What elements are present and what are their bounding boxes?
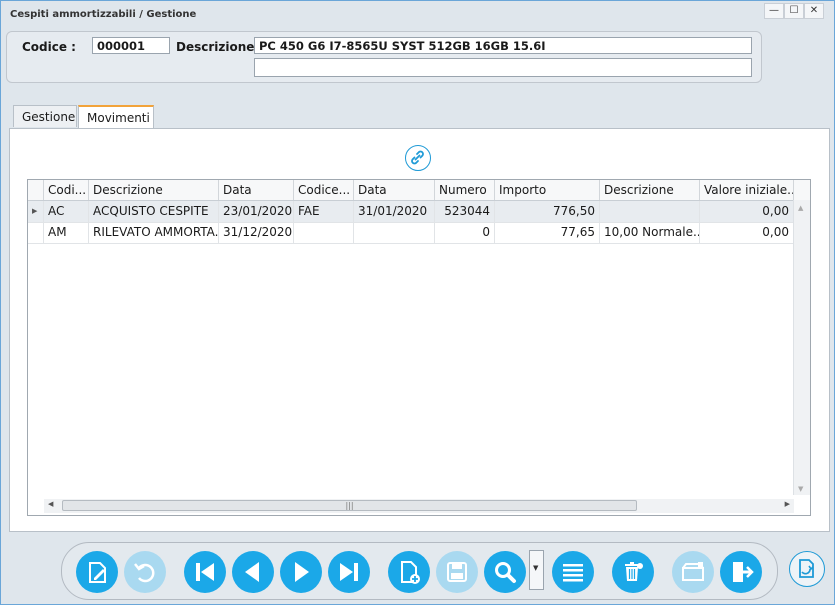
scroll-up-icon[interactable]: ▲ (798, 204, 803, 212)
row-indicator-header (28, 180, 44, 200)
next-record-button[interactable] (280, 551, 322, 593)
first-record-icon (196, 563, 214, 581)
scroll-down-icon[interactable]: ▼ (798, 485, 803, 493)
edit-button[interactable] (76, 551, 118, 593)
scroll-left-icon[interactable]: ◀ (48, 500, 53, 508)
descrizione-field[interactable]: PC 450 G6 I7-8565U SYST 512GB 16GB 15.6I (254, 37, 752, 54)
cell[interactable]: 31/12/2020 (219, 222, 294, 243)
horizontal-scrollbar[interactable]: ◀ ||| ▶ (44, 499, 794, 513)
exit-icon (733, 562, 754, 582)
header-panel: Codice : 000001 Descrizione : PC 450 G6 … (6, 31, 762, 83)
tab-movimenti[interactable]: Movimenti (78, 105, 154, 129)
search-button[interactable] (484, 551, 526, 593)
column-header[interactable]: Importo (495, 180, 600, 200)
column-header[interactable]: Codice... (294, 180, 354, 200)
codice-label: Codice : (22, 40, 76, 54)
cell[interactable]: 31/01/2020 (354, 201, 435, 222)
column-header[interactable]: Valore iniziale... (700, 180, 794, 200)
cell[interactable] (294, 222, 354, 243)
cell[interactable]: FAE (294, 201, 354, 222)
cell[interactable]: 77,65 (495, 222, 600, 243)
cell[interactable]: 776,50 (495, 201, 600, 222)
column-header[interactable]: Codi... (44, 180, 89, 200)
cell[interactable]: 523044 (435, 201, 495, 222)
column-header[interactable]: Data (354, 180, 435, 200)
save-icon (447, 562, 467, 582)
delete-icon (625, 562, 643, 581)
tab-gestione[interactable]: Gestione (13, 105, 77, 127)
minimize-button[interactable]: — (764, 3, 784, 19)
cell[interactable]: AC (44, 201, 89, 222)
column-header[interactable]: Descrizione (600, 180, 700, 200)
last-record-icon (340, 563, 358, 581)
new-button[interactable] (388, 551, 430, 593)
archive-icon (682, 562, 704, 581)
edit-document-icon (89, 562, 106, 583)
previous-record-button[interactable] (232, 551, 274, 593)
descrizione-extra-field[interactable] (254, 58, 752, 77)
refresh-document-button[interactable] (789, 551, 825, 587)
cell[interactable]: AM (44, 222, 89, 243)
column-header[interactable]: Descrizione (89, 180, 219, 200)
refresh-document-icon (799, 559, 814, 578)
maximize-button[interactable]: ☐ (784, 3, 804, 19)
row-pointer-cell (28, 222, 44, 243)
search-icon (495, 562, 516, 583)
first-record-button[interactable] (184, 551, 226, 593)
table-row[interactable]: AM RILEVATO AMMORTA... 31/12/2020 0 77,6… (28, 222, 794, 244)
cell[interactable]: 0,00 (700, 222, 794, 243)
link-icon (411, 150, 424, 165)
cell[interactable]: 0 (435, 222, 495, 243)
scroll-right-icon[interactable]: ▶ (785, 500, 790, 508)
movements-grid: Codi... Descrizione Data Codice... Data … (27, 179, 811, 516)
cell[interactable]: RILEVATO AMMORTA... (89, 222, 219, 243)
table-row[interactable]: ▶ AC ACQUISTO CESPITE 23/01/2020 FAE 31/… (28, 201, 794, 223)
close-button[interactable]: ✕ (804, 3, 824, 19)
cell[interactable] (600, 201, 700, 222)
next-record-icon (295, 562, 309, 582)
movimenti-panel: Codi... Descrizione Data Codice... Data … (9, 128, 830, 532)
codice-field[interactable]: 000001 (92, 37, 170, 54)
cell[interactable] (354, 222, 435, 243)
list-button[interactable] (552, 551, 594, 593)
cell[interactable]: ACQUISTO CESPITE (89, 201, 219, 222)
window-title: Cespiti ammortizzabili / Gestione (10, 9, 197, 20)
archive-button[interactable] (672, 551, 714, 593)
previous-record-icon (245, 562, 259, 582)
undo-icon (134, 563, 155, 583)
list-icon (563, 564, 583, 582)
undo-button[interactable] (124, 551, 166, 593)
column-header[interactable]: Data (219, 180, 294, 200)
row-pointer-icon: ▶ (28, 201, 44, 222)
chevron-down-icon: ▼ (533, 564, 539, 572)
new-document-icon (401, 561, 420, 584)
vertical-scrollbar[interactable]: ▲ ▼ (793, 200, 810, 495)
link-button[interactable] (405, 145, 431, 171)
cell[interactable]: 0,00 (700, 201, 794, 222)
last-record-button[interactable] (328, 551, 370, 593)
save-button[interactable] (436, 551, 478, 593)
search-options-dropdown[interactable]: ▼ (529, 550, 544, 590)
column-header[interactable]: Numero (435, 180, 495, 200)
main-window: Cespiti ammortizzabili / Gestione — ☐ ✕ … (0, 0, 835, 605)
title-bar: Cespiti ammortizzabili / Gestione — ☐ ✕ (1, 1, 834, 27)
cell[interactable]: 10,00 Normale... (600, 222, 700, 243)
grid-header: Codi... Descrizione Data Codice... Data … (28, 180, 810, 201)
exit-button[interactable] (720, 551, 762, 593)
delete-button[interactable] (612, 551, 654, 593)
cell[interactable]: 23/01/2020 (219, 201, 294, 222)
descrizione-label: Descrizione : (176, 40, 264, 54)
bottom-toolbar: ▼ (61, 542, 778, 600)
horizontal-scroll-thumb[interactable]: ||| (62, 500, 637, 511)
